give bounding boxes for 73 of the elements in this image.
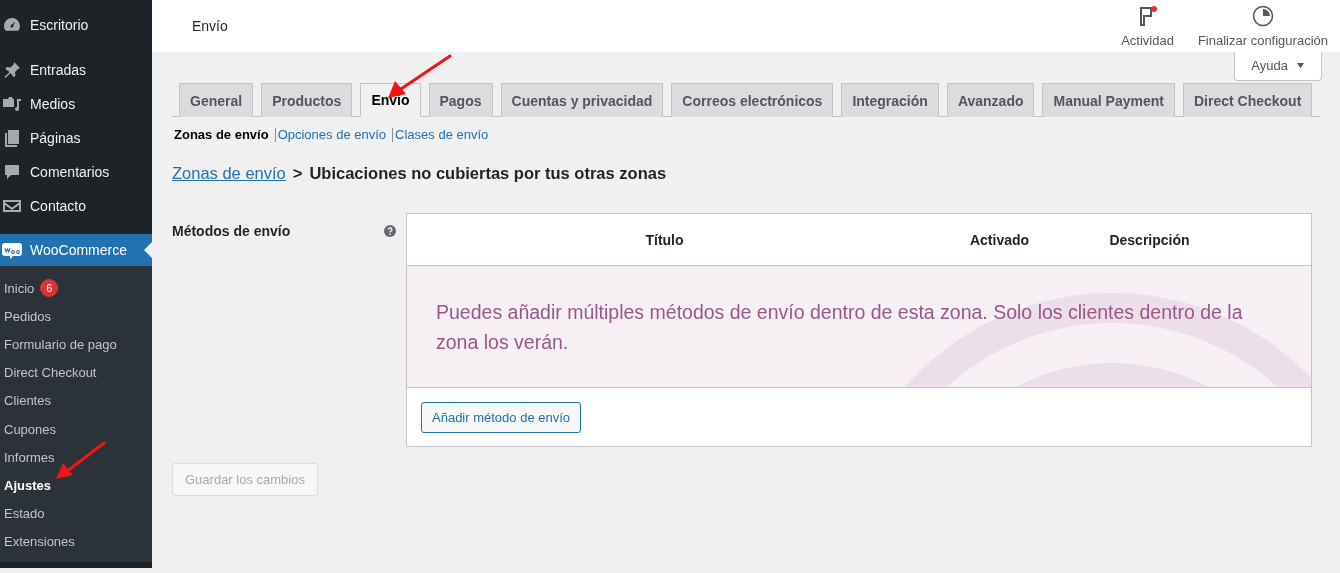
submenu-item[interactable]: Direct Checkout <box>0 358 152 387</box>
empty-message: Puedes añadir múltiples métodos de envío dentro de esta zona. Solo los clientes dentro de la zona los verán. <box>435 300 1244 355</box>
speech-bubble-icon <box>2 162 22 182</box>
submenu-label: Formulario de pago <box>4 336 117 352</box>
header-action[interactable]: Actividad <box>1121 0 1174 52</box>
submenu-item[interactable]: Estado <box>0 499 152 528</box>
subnav-link[interactable]: Clases de envío <box>395 127 489 142</box>
menu-label: Entradas <box>30 62 87 78</box>
sidebar-menu-item[interactable]: WooCommerce <box>0 234 152 266</box>
settings-tab[interactable]: Correos electrónicos <box>671 83 834 117</box>
sidebar-menu-item[interactable]: Comentarios <box>0 155 152 189</box>
settings-tab[interactable]: General <box>179 83 254 117</box>
submenu-item[interactable]: Inicio 6 <box>0 274 152 303</box>
submenu-label: Extensiones <box>4 534 75 550</box>
help-icon[interactable] <box>384 225 396 237</box>
submenu-label: Cupones <box>4 421 57 437</box>
breadcrumb-separator: > <box>292 164 303 183</box>
sidebar-menu-item[interactable]: Medios <box>0 87 152 121</box>
woo-logo-icon <box>2 240 22 260</box>
count-badge: 6 <box>40 279 59 298</box>
submenu-item[interactable]: Pedidos <box>0 302 152 331</box>
sidebar-menu-item[interactable]: Entradas <box>0 53 152 87</box>
settings-tab[interactable]: Direct Checkout <box>1182 83 1313 117</box>
settings-tab[interactable]: Avanzado <box>946 83 1035 117</box>
submenu-label: Inicio <box>4 280 35 296</box>
submenu-item[interactable]: Clientes <box>0 386 152 415</box>
settings-tab[interactable]: Productos <box>261 83 353 117</box>
settings-tab[interactable]: Integración <box>841 83 939 117</box>
menu-label: Escritorio <box>30 17 89 33</box>
pages-icon <box>2 128 22 148</box>
menu-label: Contacto <box>30 198 87 214</box>
field-label: Métodos de envío <box>172 223 291 239</box>
action-label: Finalizar configuración <box>1197 32 1328 48</box>
subnav-link[interactable]: Opciones de envío <box>277 127 387 142</box>
caret-icon <box>1296 62 1305 69</box>
separator-bar <box>274 127 276 142</box>
submenu-label: Direct Checkout <box>4 365 97 381</box>
column-header: Activado <box>968 231 1031 248</box>
column-header: Descripción <box>1108 231 1191 248</box>
breadcrumb-link[interactable]: Zonas de envío <box>172 164 286 183</box>
column-header: Título <box>644 231 685 248</box>
submenu-label: Estado <box>4 506 45 522</box>
menu-label: Páginas <box>30 130 81 146</box>
sidebar-menu-item[interactable]: Contacto <box>0 189 152 223</box>
sidebar-menu-item[interactable]: Páginas <box>0 121 152 155</box>
add-method-button[interactable]: Añadir método de envío <box>421 401 582 433</box>
submenu-item[interactable]: Cupones <box>0 414 152 444</box>
pin-icon <box>2 60 22 80</box>
submenu-item[interactable]: Formulario de pago <box>0 330 152 359</box>
sidebar-menu-item[interactable]: Escritorio <box>0 8 152 42</box>
submenu-label: Informes <box>4 449 55 465</box>
settings-tab[interactable]: Cuentas y privacidad <box>500 83 664 117</box>
progress-circle-icon <box>1251 4 1274 27</box>
submenu-item[interactable]: Ajustes <box>0 471 152 500</box>
separator-bar <box>392 127 394 142</box>
submenu-label: Pedidos <box>4 308 51 324</box>
menu-label: Medios <box>30 96 76 112</box>
submenu-label: Ajustes <box>4 477 51 493</box>
header-action[interactable]: Finalizar configuración <box>1197 0 1328 52</box>
submenu-label: Clientes <box>4 393 51 409</box>
help-button[interactable]: Ayuda <box>1234 52 1322 81</box>
zone-title: Ubicaciones no cubiertas por tus otras zonas <box>309 164 667 183</box>
submenu-item[interactable]: Extensiones <box>0 527 152 556</box>
menu-label: WooCommerce <box>30 242 127 258</box>
submenu-item[interactable]: Informes <box>0 443 152 472</box>
subnav-link[interactable]: Zonas de envío <box>174 127 269 142</box>
action-label: Actividad <box>1121 32 1174 48</box>
settings-tab[interactable]: Envío <box>360 83 421 117</box>
media-icon <box>2 94 22 114</box>
page-title: Envío <box>192 18 228 34</box>
settings-tab[interactable]: Manual Payment <box>1042 83 1175 117</box>
menu-label: Comentarios <box>30 164 110 180</box>
settings-tab[interactable]: Pagos <box>428 83 493 117</box>
